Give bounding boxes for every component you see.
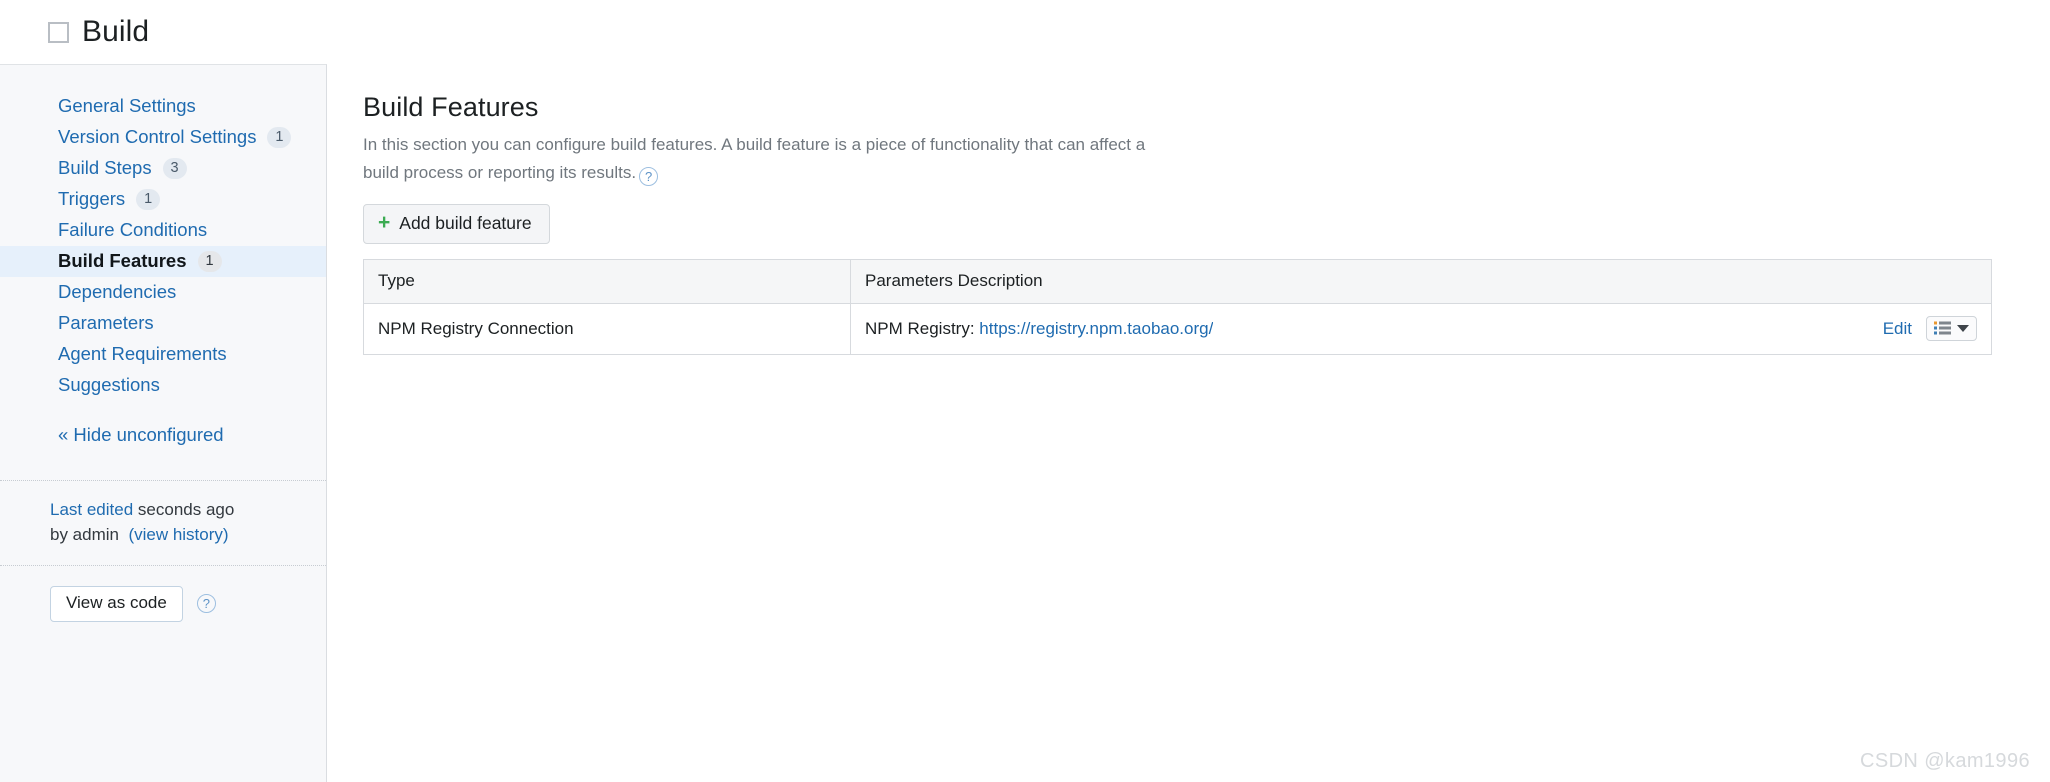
sidebar-item-badge: 1 bbox=[267, 127, 292, 148]
npm-registry-link[interactable]: https://registry.npm.taobao.org/ bbox=[979, 319, 1213, 338]
sidebar: General Settings Version Control Setting… bbox=[0, 64, 327, 782]
list-menu-icon bbox=[1934, 321, 1951, 335]
sidebar-item-dependencies[interactable]: Dependencies bbox=[0, 277, 326, 308]
top-header: Build bbox=[0, 0, 2050, 64]
sidebar-item-label: Agent Requirements bbox=[58, 343, 227, 365]
column-header-type: Type bbox=[363, 259, 851, 305]
sidebar-item-label: Build Steps bbox=[58, 157, 152, 179]
header-inner: Build bbox=[0, 17, 149, 47]
sidebar-item-label: Parameters bbox=[58, 312, 154, 334]
sidebar-item-build-steps[interactable]: Build Steps 3 bbox=[0, 153, 326, 184]
square-outline-icon bbox=[48, 21, 69, 43]
sidebar-item-build-features[interactable]: Build Features 1 bbox=[0, 246, 326, 277]
sidebar-nav: General Settings Version Control Setting… bbox=[0, 65, 326, 450]
sidebar-item-suggestions[interactable]: Suggestions bbox=[0, 370, 326, 401]
add-build-feature-label: Add build feature bbox=[399, 213, 532, 234]
view-as-code-row: View as code ? bbox=[0, 566, 326, 622]
parameters-wrap: NPM Registry: https://registry.npm.taoba… bbox=[865, 316, 1977, 342]
sidebar-item-triggers[interactable]: Triggers 1 bbox=[0, 184, 326, 215]
sidebar-item-label: Failure Conditions bbox=[58, 219, 208, 241]
section-description: In this section you can configure build … bbox=[363, 131, 1168, 186]
last-edited-info: Last edited seconds ago by admin (view h… bbox=[0, 481, 326, 565]
view-history-link[interactable]: (view history) bbox=[128, 525, 228, 544]
sidebar-item-label: Triggers bbox=[58, 188, 126, 210]
last-edited-link[interactable]: Last edited bbox=[50, 500, 133, 519]
view-as-code-button[interactable]: View as code bbox=[50, 585, 183, 622]
hide-unconfigured-link[interactable]: « Hide unconfigured bbox=[0, 419, 326, 450]
section-title: Build Features bbox=[363, 92, 539, 122]
sidebar-item-agent-requirements[interactable]: Agent Requirements bbox=[0, 339, 326, 370]
section-description-text: In this section you can configure build … bbox=[363, 135, 1146, 182]
cell-parameters-description: NPM Registry: https://registry.npm.taoba… bbox=[850, 303, 1992, 355]
sidebar-item-badge: 1 bbox=[136, 189, 161, 210]
page-title: Build bbox=[82, 15, 150, 48]
sidebar-item-badge: 3 bbox=[162, 158, 187, 179]
sidebar-item-label: Dependencies bbox=[58, 281, 177, 303]
table-head: Type Parameters Description bbox=[363, 259, 1992, 305]
parameter-text: NPM Registry: https://registry.npm.taoba… bbox=[865, 319, 1213, 339]
build-features-table: Type Parameters Description NPM Registry… bbox=[363, 259, 1992, 356]
sidebar-item-badge: 1 bbox=[197, 251, 222, 272]
sidebar-item-version-control-settings[interactable]: Version Control Settings 1 bbox=[0, 122, 326, 153]
cell-type: NPM Registry Connection bbox=[363, 303, 851, 355]
add-build-feature-button[interactable]: + Add build feature bbox=[363, 204, 550, 245]
edit-link[interactable]: Edit bbox=[1883, 319, 1912, 339]
parameter-label: NPM Registry: bbox=[865, 318, 980, 338]
table-header-row: Type Parameters Description bbox=[363, 259, 1992, 305]
table-row: NPM Registry Connection NPM Registry: ht… bbox=[363, 303, 1992, 355]
main-content: Build Features In this section you can c… bbox=[328, 64, 2050, 782]
last-edited-when: seconds ago bbox=[133, 500, 235, 519]
page-root: Build General Settings Version Control S… bbox=[0, 0, 2050, 782]
column-header-parameters-description: Parameters Description bbox=[850, 259, 1992, 305]
sidebar-item-parameters[interactable]: Parameters bbox=[0, 308, 326, 339]
sidebar-item-label: Suggestions bbox=[58, 374, 160, 396]
plus-icon: + bbox=[378, 211, 391, 235]
chevron-down-icon bbox=[1957, 324, 1969, 332]
edited-by-label: by admin bbox=[50, 524, 119, 544]
sidebar-item-label: General Settings bbox=[58, 95, 196, 117]
watermark: CSDN @kam1996 bbox=[1859, 750, 2030, 772]
row-menu-button[interactable] bbox=[1926, 316, 1977, 342]
row-actions: Edit bbox=[1883, 316, 1977, 342]
sidebar-item-label: Version Control Settings bbox=[58, 126, 257, 148]
help-icon[interactable]: ? bbox=[639, 166, 659, 186]
sidebar-item-label: Build Features bbox=[58, 250, 187, 272]
sidebar-item-general-settings[interactable]: General Settings bbox=[0, 91, 326, 122]
table-body: NPM Registry Connection NPM Registry: ht… bbox=[363, 303, 1992, 355]
sidebar-item-failure-conditions[interactable]: Failure Conditions bbox=[0, 215, 326, 246]
help-icon[interactable]: ? bbox=[196, 594, 216, 614]
